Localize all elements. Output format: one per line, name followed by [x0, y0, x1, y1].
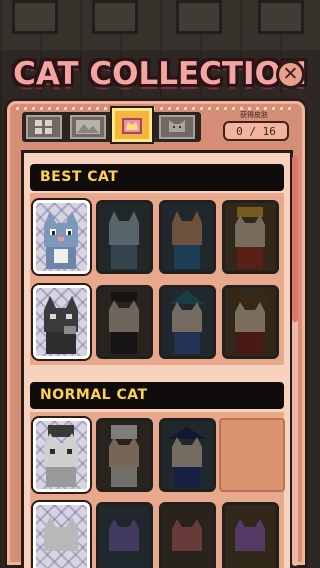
skin-counter-value: 0 / 16	[223, 121, 289, 141]
cat-card-unlocked[interactable]	[33, 285, 90, 359]
cat-silhouette	[172, 519, 202, 551]
chef-cat-portrait	[44, 425, 78, 487]
cat-silhouette	[109, 292, 139, 354]
cat-card-locked[interactable]	[96, 285, 153, 359]
section-header-best-cat: BEST CAT	[30, 164, 284, 191]
crown-icon	[122, 118, 142, 134]
cat-portrait	[44, 517, 78, 551]
skin-counter-label: 获得皮肤	[240, 111, 268, 119]
cat-card-unlocked[interactable]	[33, 418, 90, 492]
gray-cat-portrait	[44, 211, 78, 269]
scrollbar[interactable]	[292, 156, 298, 566]
cat-silhouette	[109, 425, 139, 487]
cat-card-locked[interactable]	[159, 285, 216, 359]
cat-card-locked[interactable]	[159, 502, 216, 568]
cat-silhouette	[170, 290, 204, 354]
tab-cats[interactable]	[159, 115, 195, 139]
cat-card-unlocked[interactable]	[33, 502, 90, 568]
cat-card-locked[interactable]	[159, 200, 216, 274]
tab-bar	[22, 108, 201, 142]
black-cat-portrait	[44, 296, 78, 354]
cat-card-locked[interactable]	[96, 418, 153, 492]
cat-card-locked[interactable]	[96, 200, 153, 274]
cat-silhouette	[235, 207, 265, 269]
empty-card-slot	[219, 418, 285, 492]
grid-view-icon	[35, 120, 52, 134]
cat-silhouette	[109, 519, 139, 551]
cat-face-icon	[169, 120, 185, 132]
scrollbar-thumb[interactable]	[292, 156, 298, 322]
cat-silhouette	[168, 427, 206, 487]
cat-card-locked[interactable]	[96, 502, 153, 568]
cat-card-locked[interactable]	[159, 418, 216, 492]
tab-grid[interactable]	[26, 115, 62, 139]
cat-card-locked[interactable]	[222, 285, 279, 359]
tab-skins[interactable]	[112, 108, 152, 142]
cat-card-locked[interactable]	[222, 502, 279, 568]
cat-silhouette	[235, 519, 265, 551]
close-icon: ✕	[282, 63, 299, 85]
cat-silhouette	[172, 211, 202, 269]
cat-silhouette	[109, 211, 139, 269]
cat-silhouette	[233, 294, 267, 354]
section-header-normal-cat: NORMAL CAT	[30, 382, 284, 409]
tab-scene[interactable]	[70, 115, 106, 139]
cat-card-unlocked[interactable]	[33, 200, 90, 274]
landscape-icon	[76, 120, 100, 134]
cat-card-locked[interactable]	[222, 200, 279, 274]
page-title: CAT COLLECTION	[13, 56, 307, 92]
close-button[interactable]: ✕	[276, 60, 305, 89]
